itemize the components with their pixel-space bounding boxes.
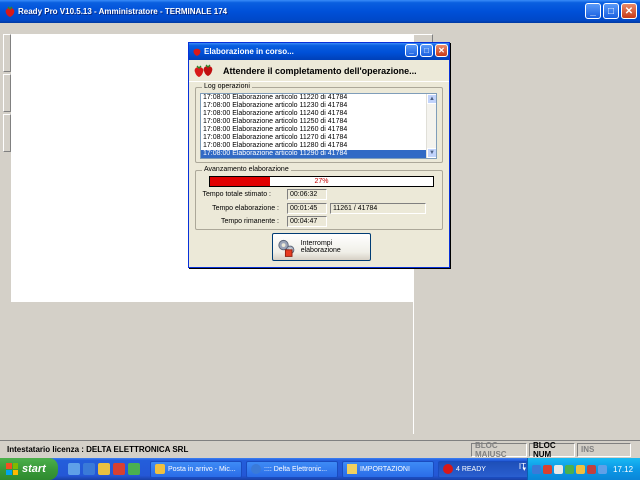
close-button[interactable]: ✕ — [621, 3, 637, 19]
total-time-value: 00:06:32 — [287, 189, 327, 200]
scroll-up-icon[interactable]: ▲ — [427, 94, 436, 104]
elapsed-label: Tempo elaborazione : — [212, 205, 279, 212]
task-label: Posta in arrivo - Mic... — [168, 465, 236, 473]
windows-logo-icon — [6, 463, 18, 475]
taskbar: start Posta in arrivo - Mic... :::: Delt… — [0, 458, 640, 480]
desktop-icon[interactable] — [68, 463, 80, 475]
log-group: Log operazioni 17:08:00 Elaborazione art… — [195, 83, 443, 163]
dialog-minimize-button[interactable]: _ — [405, 44, 418, 57]
messenger-icon[interactable] — [598, 464, 607, 474]
alert-icon[interactable] — [587, 464, 596, 474]
ie-icon — [251, 464, 261, 474]
mail-icon — [155, 464, 165, 474]
insert-indicator: INS — [577, 442, 631, 457]
list-item[interactable]: 17:08:00 Elaborazione articolo 11220 di … — [201, 94, 436, 102]
total-time-label: Tempo totale stimato : — [202, 191, 271, 198]
dialog-close-button[interactable]: ✕ — [435, 44, 448, 57]
dialog-header: Attendere il completamento dell'operazio… — [189, 60, 449, 82]
language-indicator[interactable]: IT — [519, 462, 526, 471]
log-scrollbar[interactable]: ▲ ▼ — [426, 94, 436, 158]
task-label: :::: Delta Elettronic... — [264, 465, 328, 473]
folder-icon[interactable] — [98, 463, 110, 475]
task-outlook[interactable]: Posta in arrivo - Mic... — [150, 460, 242, 478]
app-icon[interactable] — [128, 463, 140, 475]
dialog-maximize-button[interactable]: □ — [420, 44, 433, 57]
num-lock-indicator: BLOC NUM — [529, 441, 575, 459]
list-item[interactable]: 17:08:00 Elaborazione articolo 11270 di … — [201, 134, 436, 142]
list-item-selected[interactable]: 17:08:00 Elaborazione articolo 11290 di … — [201, 150, 436, 158]
strawberry-icon — [443, 464, 453, 474]
remaining-value: 00:04:47 — [287, 216, 327, 227]
stop-processing-button[interactable]: Interrompi elaborazione — [272, 233, 371, 261]
antivirus-icon[interactable] — [543, 464, 552, 474]
update-icon[interactable] — [576, 464, 585, 474]
progress-label: Avanzamento elaborazione — [202, 166, 291, 173]
app-title: Ready Pro V10.5.13 - Amministratore - TE… — [18, 7, 228, 16]
task-label: 4 READY — [456, 465, 486, 473]
browser-icon[interactable] — [83, 463, 95, 475]
start-button[interactable]: start — [0, 458, 58, 480]
scroll-down-icon[interactable]: ▼ — [427, 148, 436, 158]
list-item[interactable]: 17:08:00 Elaborazione articolo 11240 di … — [201, 110, 436, 118]
maximize-button[interactable]: □ — [603, 3, 619, 19]
strawberry-icon — [193, 48, 201, 56]
task-ready[interactable]: 4 READY ▾ — [438, 460, 530, 478]
network-icon[interactable] — [532, 464, 541, 474]
status-bar: Intestatario licenza : DELTA ELETTRONICA… — [0, 440, 640, 459]
remaining-label: Tempo rimanente : — [221, 218, 279, 225]
progress-bar: 27% — [209, 176, 434, 187]
strawberries-icon — [194, 64, 213, 77]
minimize-button[interactable]: _ — [585, 3, 601, 19]
quick-launch — [68, 463, 140, 475]
stop-button-label: Interrompi elaborazione — [300, 240, 341, 254]
count-value: 11261 / 41784 — [330, 203, 426, 214]
shield-icon[interactable] — [565, 464, 574, 474]
start-label: start — [22, 463, 46, 475]
system-tray: 17.12 — [527, 458, 640, 480]
list-item[interactable]: 17:08:00 Elaborazione articolo 11230 di … — [201, 102, 436, 110]
log-list[interactable]: 17:08:00 Elaborazione articolo 11220 di … — [200, 93, 437, 159]
task-label: IMPORTAZIONI — [360, 465, 410, 473]
clock[interactable]: 17.12 — [613, 465, 633, 474]
task-folder[interactable]: IMPORTAZIONI — [342, 460, 434, 478]
license-label: Intestatario licenza : DELTA ELETTRONICA… — [7, 445, 189, 454]
left-panel — [3, 34, 11, 234]
task-browser[interactable]: :::: Delta Elettronic... — [246, 460, 338, 478]
dialog-heading: Attendere il completamento dell'operazio… — [223, 65, 417, 76]
strawberry-icon — [5, 6, 15, 17]
list-item[interactable]: 17:08:00 Elaborazione articolo 11260 di … — [201, 126, 436, 134]
folder-icon — [347, 464, 357, 474]
dialog-title: Elaborazione in corso... — [204, 47, 294, 56]
gears-icon — [278, 239, 295, 257]
volume-icon[interactable] — [554, 464, 563, 474]
dialog-titlebar[interactable]: Elaborazione in corso... _ □ ✕ — [189, 43, 449, 60]
elapsed-value: 00:01:45 — [287, 203, 327, 214]
app-titlebar[interactable]: Ready Pro V10.5.13 - Amministratore - TE… — [0, 0, 640, 23]
log-label: Log operazioni — [202, 83, 252, 90]
caps-lock-indicator: BLOC MAIUSC — [471, 441, 527, 459]
list-item[interactable]: 17:08:00 Elaborazione articolo 11280 di … — [201, 142, 436, 150]
progress-dialog: Elaborazione in corso... _ □ ✕ Attendere… — [188, 42, 450, 268]
progress-text: 27% — [314, 178, 329, 185]
media-icon[interactable] — [113, 463, 125, 475]
list-item[interactable]: 17:08:00 Elaborazione articolo 11250 di … — [201, 118, 436, 126]
